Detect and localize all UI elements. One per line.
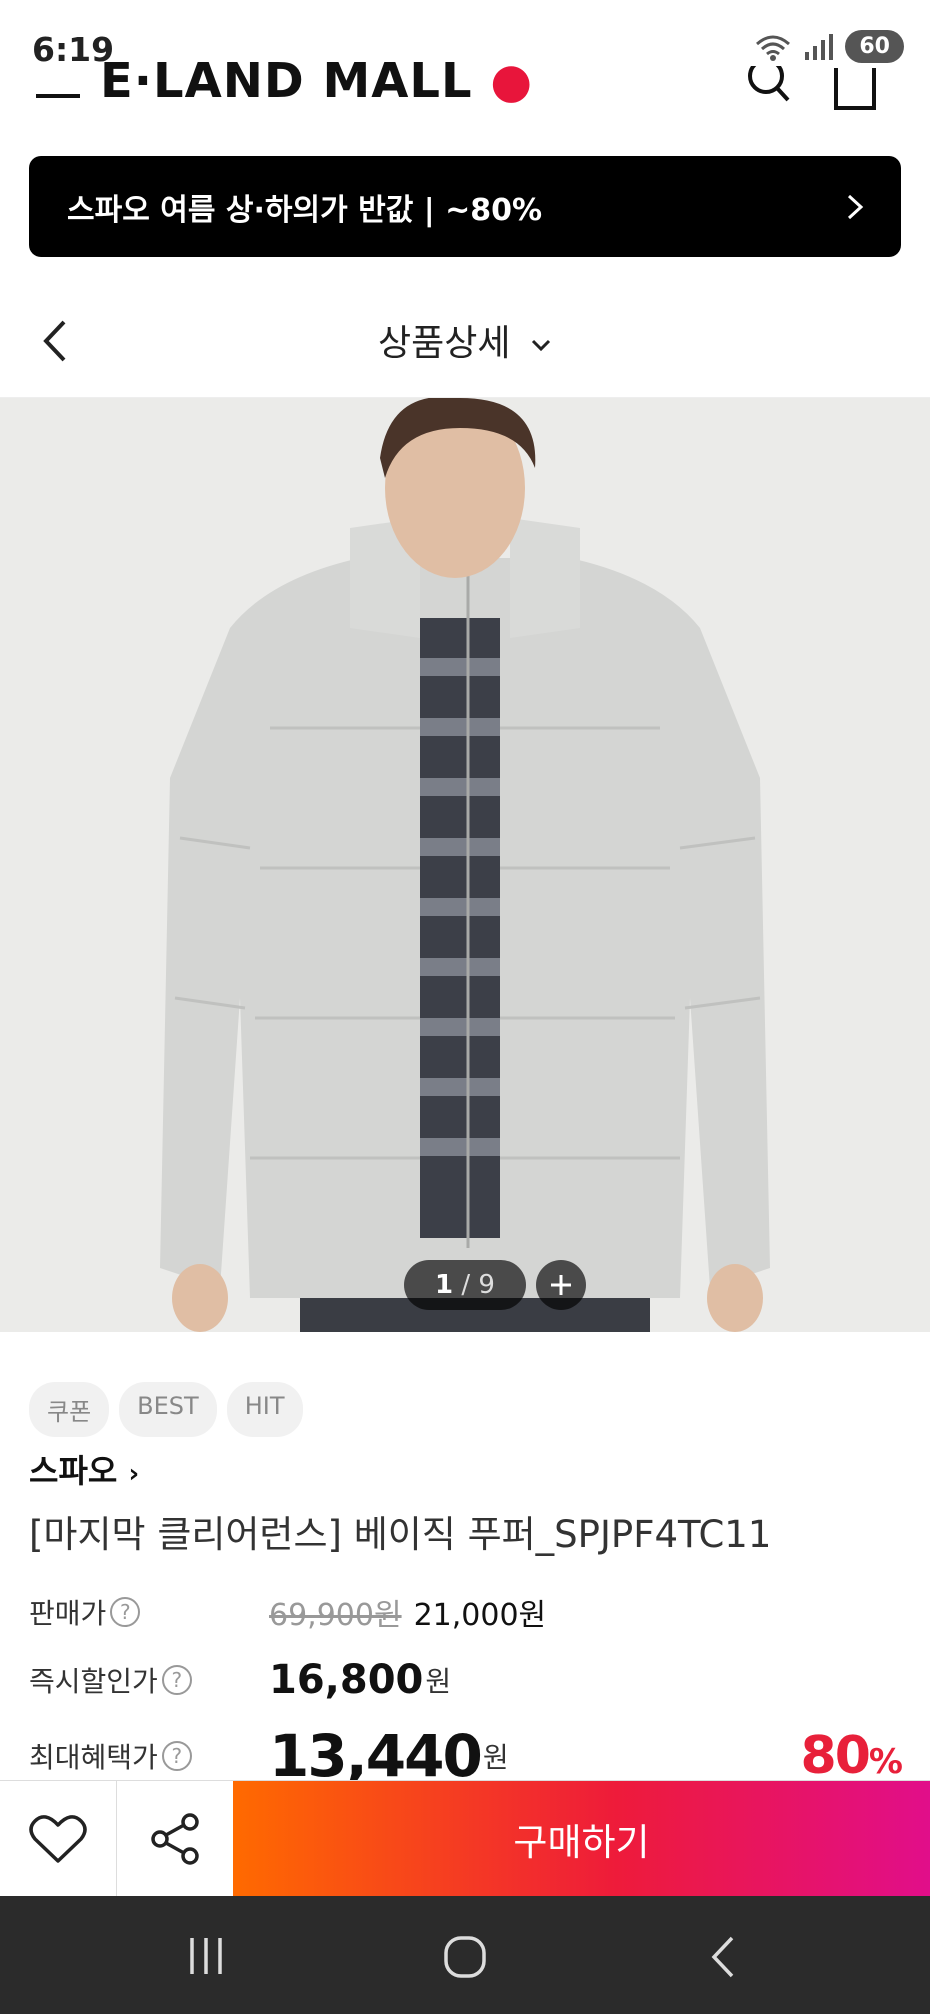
instant-price: 16,800	[269, 1657, 424, 1703]
discount-rate: 80%	[800, 1726, 903, 1786]
system-back-icon[interactable]	[706, 1934, 740, 1980]
image-counter: 1 / 9	[404, 1260, 526, 1310]
action-bar: 구매하기	[0, 1780, 930, 1897]
recent-apps-icon[interactable]	[184, 1934, 228, 1978]
tag-hit: HIT	[226, 1382, 303, 1437]
battery-indicator: 60	[845, 30, 904, 63]
chevron-right-icon: ›	[128, 1459, 140, 1489]
sale-price-label: 판매가	[29, 1597, 107, 1630]
brand-link[interactable]: 스파오 ›	[29, 1446, 139, 1492]
help-icon[interactable]: ?	[161, 1741, 192, 1771]
product-image[interactable]: 1 / 9	[0, 398, 930, 1332]
cart-icon[interactable]	[832, 66, 878, 112]
mall-logo[interactable]: E·LAND MALL ●	[100, 62, 533, 104]
share-icon	[151, 1813, 199, 1865]
heart-icon	[29, 1815, 87, 1863]
chevron-down-icon	[531, 339, 551, 352]
product-photo	[0, 398, 930, 1332]
sale-price-row: 판매가 ? 69,900원 21,000원	[29, 1590, 901, 1634]
page-title[interactable]: 상품상세	[0, 314, 930, 366]
instant-price-label: 즉시할인가	[29, 1665, 158, 1698]
search-icon[interactable]	[744, 66, 794, 112]
help-icon[interactable]: ?	[110, 1597, 141, 1627]
plus-icon	[551, 1275, 571, 1295]
signal-icon	[805, 33, 834, 60]
status-icons: 60	[753, 30, 904, 63]
wifi-icon	[756, 35, 791, 61]
page-nav: 상품상세	[0, 280, 930, 398]
max-benefit-label: 최대혜택가	[29, 1741, 158, 1774]
original-price: 69,900원	[269, 1598, 402, 1633]
tag-coupon: 쿠폰	[29, 1382, 110, 1437]
tag-best: BEST	[119, 1382, 217, 1437]
sale-price: 21,000원	[413, 1598, 547, 1633]
wishlist-button[interactable]	[0, 1781, 117, 1897]
home-icon[interactable]	[442, 1934, 488, 1980]
zoom-button[interactable]	[536, 1260, 586, 1310]
instant-price-unit: 원	[425, 1665, 452, 1698]
promo-text: 스파오 여름 상·하의가 반값 | ~80%	[67, 192, 543, 228]
logo-heart-icon: ●	[490, 62, 534, 104]
product-tags: 쿠폰 BEST HIT	[29, 1382, 303, 1437]
product-name: [마지막 클리어런스] 베이직 푸퍼_SPJPF4TC11	[29, 1513, 772, 1556]
promo-banner[interactable]: 스파오 여름 상·하의가 반값 | ~80%	[29, 156, 901, 257]
buy-button[interactable]: 구매하기	[233, 1781, 930, 1897]
system-nav-bar	[0, 1896, 930, 2014]
max-benefit-unit: 원	[482, 1741, 509, 1774]
share-button[interactable]	[117, 1781, 233, 1897]
chevron-right-icon	[847, 194, 864, 219]
instant-price-row: 즉시할인가 ? 16,800 원	[29, 1657, 901, 1703]
help-icon[interactable]: ?	[161, 1665, 192, 1695]
menu-icon[interactable]	[36, 88, 80, 104]
